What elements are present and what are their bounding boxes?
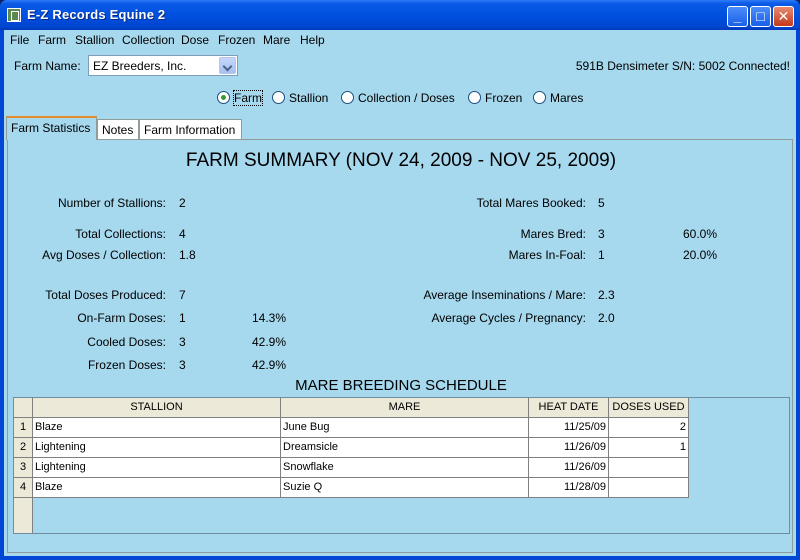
column-header-heat-date[interactable]: HEAT DATE [529,398,609,418]
tab-farm-information[interactable]: Farm Information [139,119,242,139]
stat-value: 2 [179,196,186,210]
menu-bar: File Farm Stallion Collection Dose Froze… [4,30,796,49]
cell-heat-date[interactable]: 11/28/09 [529,478,609,498]
radio-farm-label: Farm [233,90,263,106]
cell-doses-used[interactable]: 2 [609,418,689,438]
row-number[interactable]: 4 [14,478,33,498]
radio-dot-icon [341,91,354,104]
stat-label: Total Collections: [75,227,166,241]
stat-label: On-Farm Doses: [77,311,166,325]
app-icon [7,8,21,22]
radio-dot-icon [533,91,546,104]
menu-mare[interactable]: Mare [263,33,290,47]
stat-label: Frozen Doses: [87,358,166,372]
menu-file[interactable]: File [10,33,29,47]
row-header-empty [14,498,33,533]
cell-mare[interactable]: Dreamsicle [281,438,529,458]
client-area: File Farm Stallion Collection Dose Froze… [4,30,796,556]
stat-percent: 14.3% [252,311,287,325]
cell-doses-used[interactable] [609,458,689,478]
radio-dot-icon [217,91,230,104]
radio-frozen-label: Frozen [485,91,523,105]
chevron-down-icon[interactable] [219,57,236,74]
breeding-schedule-grid[interactable]: STALLION MARE HEAT DATE DOSES USED 1 Bla… [13,397,790,534]
stat-value: 2.3 [598,288,615,302]
radio-stallion-label: Stallion [289,91,329,105]
row-number[interactable]: 1 [14,418,33,438]
stat-percent: 42.9% [252,335,287,349]
stat-value: 5 [598,196,605,210]
title-bar[interactable]: E-Z Records Equine 2 _ □ ✕ [0,0,800,30]
densimeter-status: 591B Densimeter S/N: 5002 Connected! [575,59,790,73]
row-number[interactable]: 2 [14,438,33,458]
radio-mares-label: Mares [550,91,584,105]
cell-stallion[interactable]: Lightening [33,458,281,478]
cell-doses-used[interactable] [609,478,689,498]
stat-label: Average Inseminations / Mare: [423,288,586,302]
tab-notes[interactable]: Notes [97,119,139,139]
cell-doses-used[interactable]: 1 [609,438,689,458]
stat-value: 4 [179,227,186,241]
column-header-doses-used[interactable]: DOSES USED [609,398,689,418]
menu-stallion[interactable]: Stallion [75,33,114,47]
schedule-title: MARE BREEDING SCHEDULE [295,377,507,394]
window-title: E-Z Records Equine 2 [27,7,166,22]
farm-name-dropdown[interactable]: EZ Breeders, Inc. [88,55,238,76]
menu-frozen[interactable]: Frozen [218,33,255,47]
stat-label: Mares Bred: [520,227,586,241]
farm-statistics-panel: FARM SUMMARY (NOV 24, 2009 - NOV 25, 200… [7,139,793,553]
cell-stallion[interactable]: Blaze [33,478,281,498]
summary-title: FARM SUMMARY (NOV 24, 2009 - NOV 25, 200… [185,150,617,171]
stat-percent: 60.0% [683,227,718,241]
grid-corner [14,398,33,418]
column-header-stallion[interactable]: STALLION [33,398,281,418]
cell-heat-date[interactable]: 11/25/09 [529,418,609,438]
menu-farm[interactable]: Farm [38,33,66,47]
stat-label: Avg Doses / Collection: [42,248,166,262]
stat-percent: 42.9% [252,358,287,372]
cell-mare[interactable]: June Bug [281,418,529,438]
cell-stallion[interactable]: Blaze [33,418,281,438]
cell-mare[interactable]: Suzie Q [281,478,529,498]
stat-value: 1 [179,311,186,325]
stat-label: Total Mares Booked: [476,196,586,210]
cell-stallion[interactable]: Lightening [33,438,281,458]
row-number[interactable]: 3 [14,458,33,478]
stat-value: 3 [598,227,605,241]
stat-value: 1.8 [179,248,196,262]
stat-percent: 20.0% [683,248,718,262]
cell-heat-date[interactable]: 11/26/09 [529,458,609,478]
stat-label: Average Cycles / Pregnancy: [431,311,586,325]
menu-help[interactable]: Help [300,33,325,47]
menu-dose[interactable]: Dose [181,33,209,47]
stat-label: Cooled Doses: [87,335,166,349]
stat-value: 3 [179,358,186,372]
radio-dot-icon [272,91,285,104]
stat-value: 2.0 [598,311,615,325]
cell-heat-date[interactable]: 11/26/09 [529,438,609,458]
radio-dot-icon [468,91,481,104]
stat-label: Mares In-Foal: [508,248,586,262]
maximize-button[interactable]: □ [750,6,771,27]
stat-label: Number of Stallions: [57,196,166,210]
stat-value: 1 [598,248,605,262]
app-window: E-Z Records Equine 2 _ □ ✕ File Farm Sta… [0,0,800,560]
farm-name-value: EZ Breeders, Inc. [93,59,187,73]
cell-mare[interactable]: Snowflake [281,458,529,478]
minimize-button[interactable]: _ [727,6,748,27]
stat-label: Total Doses Produced: [45,288,166,302]
close-button[interactable]: ✕ [773,6,794,27]
tab-farm-statistics[interactable]: Farm Statistics [6,116,97,140]
farm-name-label: Farm Name: [14,59,81,73]
stat-value: 7 [179,288,186,302]
column-header-mare[interactable]: MARE [281,398,529,418]
menu-collection[interactable]: Collection [122,33,175,47]
stat-value: 3 [179,335,186,349]
radio-collection-doses-label: Collection / Doses [358,91,455,105]
